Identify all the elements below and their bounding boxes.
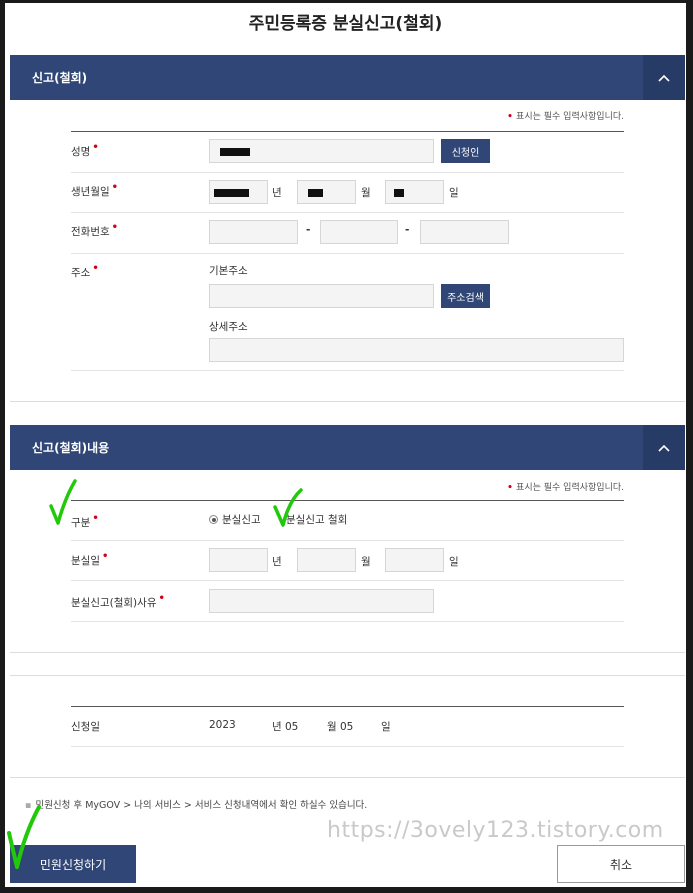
chevron-up-icon	[658, 444, 670, 452]
apply-year: 2023	[209, 719, 236, 731]
cancel-button[interactable]: 취소	[557, 845, 685, 883]
lost-year-input[interactable]	[209, 548, 268, 572]
apply-day: 월 05	[327, 721, 354, 733]
birth-day-input[interactable]	[385, 180, 444, 204]
detail-address-input[interactable]	[209, 338, 624, 362]
watermark: https://3ovely123.tistory.com	[327, 818, 664, 843]
reason-input[interactable]	[209, 589, 434, 613]
phone-label: 전화번호 •	[71, 222, 119, 238]
lost-month-input[interactable]	[297, 548, 356, 572]
collapse-toggle[interactable]	[643, 425, 685, 470]
section-header-report: 신고(철회)	[10, 55, 685, 100]
birth-year-input[interactable]	[209, 180, 268, 204]
chevron-up-icon	[658, 74, 670, 82]
address-label: 주소 •	[71, 263, 99, 279]
detail-address-label: 상세주소	[209, 321, 248, 333]
lost-day-input[interactable]	[385, 548, 444, 572]
radio-checked-icon	[209, 515, 218, 524]
check-annotation-icon	[49, 479, 77, 525]
basic-address-label: 기본주소	[209, 265, 248, 277]
radio-lost-report[interactable]: 분실신고	[209, 512, 261, 527]
page-title: 주민등록증 분실신고(철회)	[248, 14, 443, 34]
basic-address-input[interactable]	[209, 284, 434, 308]
phone-input-1[interactable]	[209, 220, 298, 244]
check-annotation-icon	[7, 805, 41, 869]
name-label: 성명 •	[71, 142, 99, 158]
footer-note: ▪ 민원신청 후 MyGOV > 나의 서비스 > 서비스 신청내역에서 확인 하…	[25, 800, 368, 811]
check-annotation-icon	[273, 488, 303, 527]
phone-input-3[interactable]	[420, 220, 509, 244]
required-note: • 표시는 필수 입력사항입니다.	[507, 112, 624, 122]
redacted-value	[220, 148, 250, 156]
address-search-button[interactable]: 주소검색	[441, 284, 490, 308]
applicant-button[interactable]: 신청인	[441, 139, 490, 163]
required-note: • 표시는 필수 입력사항입니다.	[507, 483, 624, 493]
lost-date-label: 분실일 •	[71, 551, 109, 567]
phone-input-2[interactable]	[320, 220, 398, 244]
section-title: 신고(철회)	[32, 71, 88, 85]
apply-day-unit: 일	[381, 721, 391, 733]
birth-label: 생년월일 •	[71, 182, 119, 198]
section-title: 신고(철회)내용	[32, 441, 110, 455]
reason-label: 분실신고(철회)사유 •	[71, 593, 165, 609]
section-header-content: 신고(철회)내용	[10, 425, 685, 470]
name-input[interactable]	[209, 139, 434, 163]
apply-month: 년 05	[272, 721, 299, 733]
apply-date-label: 신청일	[71, 721, 100, 733]
birth-month-input[interactable]	[297, 180, 356, 204]
form-page: 주민등록증 분실신고(철회) 신고(철회) • 표시는 필수 입력사항입니다. …	[5, 3, 686, 887]
collapse-toggle[interactable]	[643, 55, 685, 100]
